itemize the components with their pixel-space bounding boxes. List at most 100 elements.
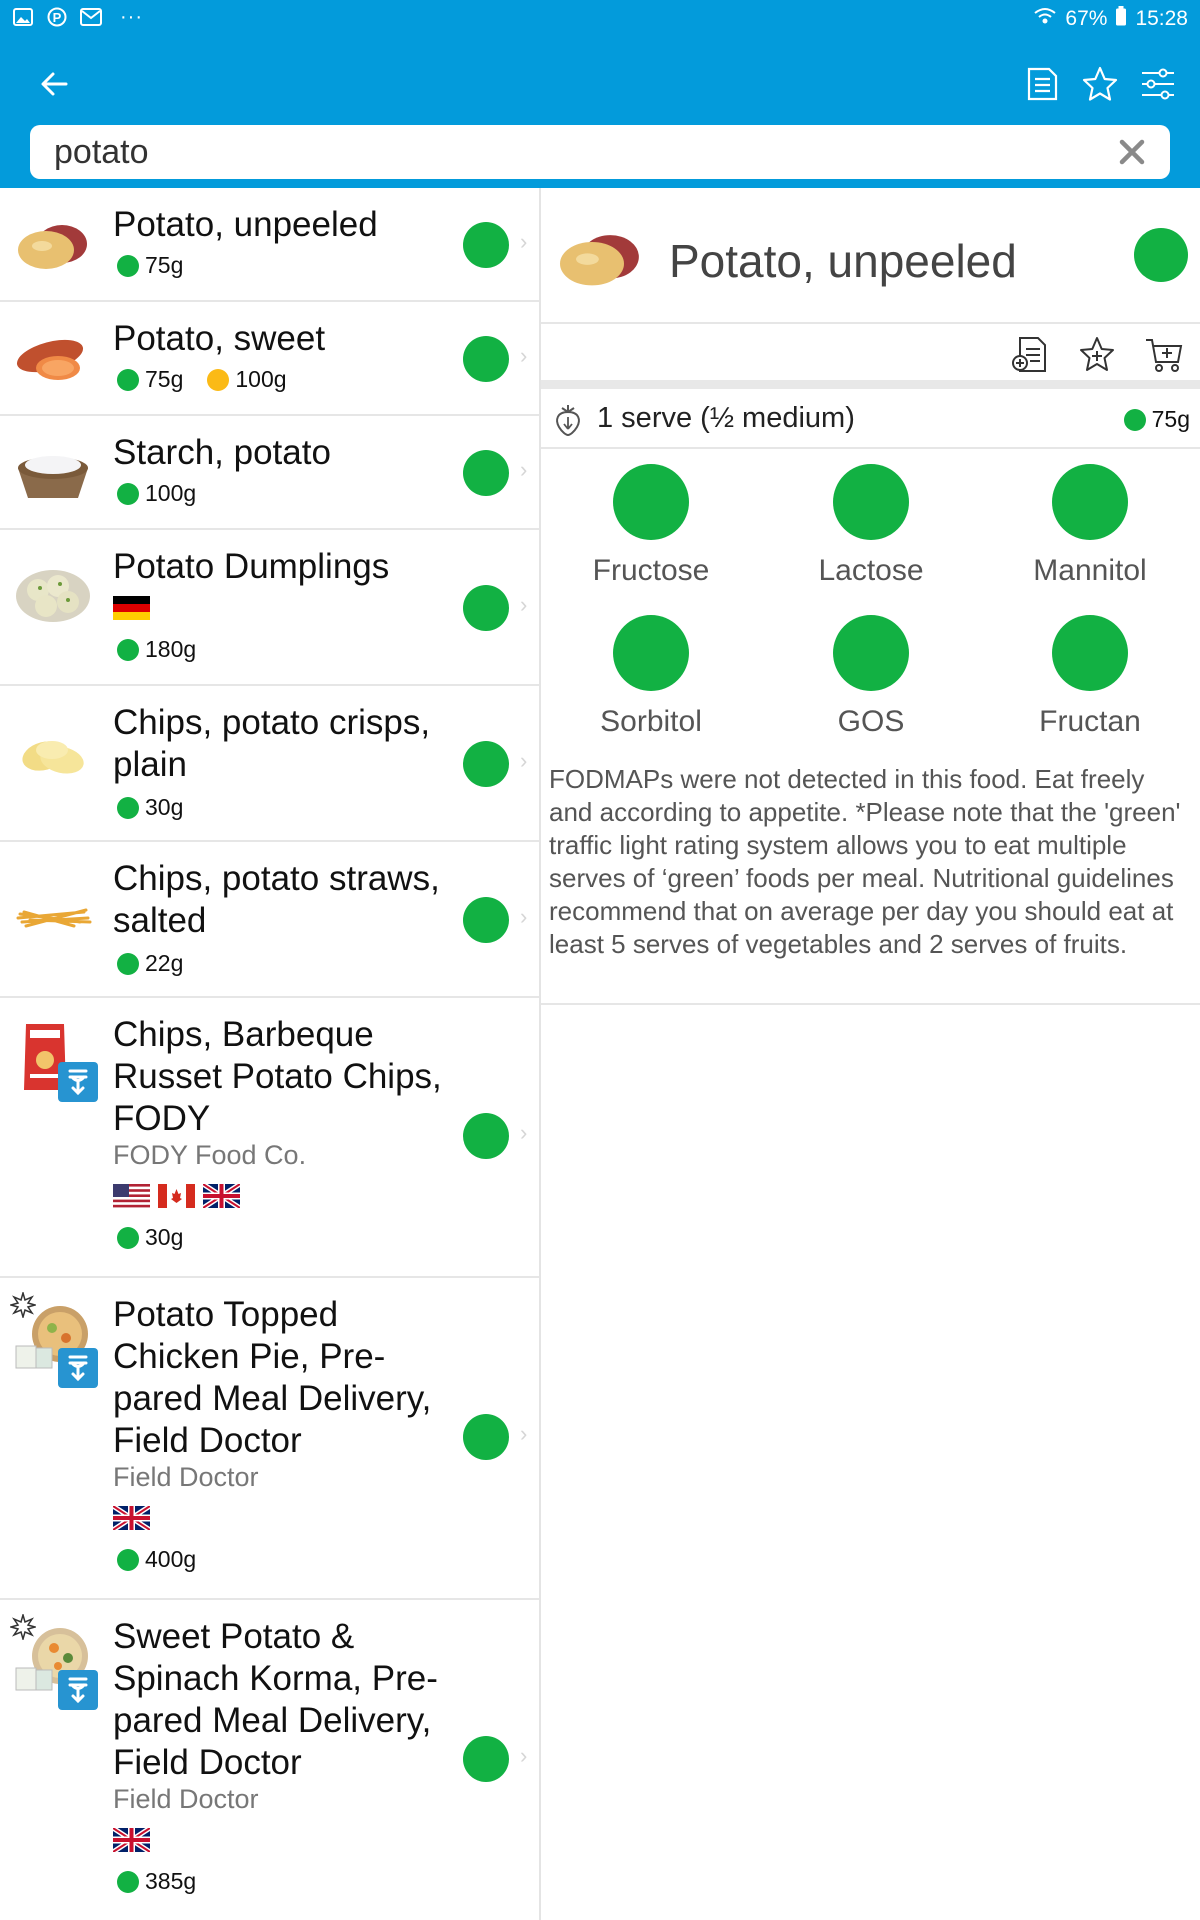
chevron-right-icon: ›: [520, 1421, 528, 1446]
list-item[interactable]: Potato Topped Chicken Pie, Pre-pared Mea…: [0, 1278, 539, 1600]
fodmap-fructan: Fructan: [980, 615, 1200, 739]
list-item-title: Potato, sweet: [113, 319, 326, 358]
flag-ca-icon: [158, 1184, 195, 1208]
add-note-button[interactable]: [1009, 334, 1051, 376]
fodmap-mannitol: Mannitol: [980, 464, 1200, 588]
fodmap-indicator: [1052, 615, 1128, 691]
fodmap-indicator: [1052, 464, 1128, 540]
fodmap-gos: GOS: [761, 615, 981, 739]
serve-amount: 75g: [117, 252, 183, 279]
add-note-icon: [1012, 337, 1046, 372]
flag-gb-icon: [113, 1506, 150, 1530]
detail-rating-indicator: [1134, 228, 1188, 282]
flag-gb-icon: [203, 1184, 240, 1208]
rating-indicator: [463, 585, 509, 631]
flag-us-icon: [113, 1184, 150, 1208]
list-item[interactable]: Chips, potato crisps, plain 30g ›: [0, 686, 539, 842]
green-dot-icon: [117, 1226, 139, 1249]
favourites-button[interactable]: [1078, 60, 1122, 108]
clock: 15:28: [1135, 7, 1188, 30]
list-item[interactable]: Sweet Potato & Spinach Korma, Pre-pared …: [0, 1600, 539, 1920]
rating-indicator: [463, 336, 509, 382]
list-item-title: Sweet Potato & Spinach Korma, Pre-pared …: [113, 1617, 438, 1782]
serve-amount: 180g: [117, 636, 196, 663]
add-to-cart-button[interactable]: [1143, 334, 1185, 376]
serve-amount: 400g: [117, 1546, 196, 1573]
detail-header: Potato, unpeeled: [541, 188, 1200, 324]
potato-dumplings-image: [16, 570, 90, 622]
detail-title: Potato, unpeeled: [669, 235, 1017, 287]
add-favourite-icon: [1080, 337, 1114, 371]
fodmap-fructose: Fructose: [541, 464, 761, 588]
search-bar: [30, 125, 1170, 179]
green-dot-icon: [117, 1548, 139, 1571]
serve-amount: 75g 100g: [117, 366, 287, 393]
status-bar: P ··· 67% 15:28: [0, 0, 1200, 38]
list-item[interactable]: Chips, Barbeque Russet Potato Chips, FOD…: [0, 998, 539, 1278]
list-item-title: Chips, Barbeque Russet Potato Chips, FOD…: [113, 1015, 442, 1138]
chevron-right-icon: ›: [520, 748, 528, 773]
back-arrow-icon: [41, 72, 68, 96]
gut-badge-icon: [58, 1062, 98, 1102]
sweet-potato-image: [16, 339, 84, 380]
list-item[interactable]: Chips, potato straws, salted 22g ›: [0, 842, 539, 998]
fodmap-indicator: [833, 464, 909, 540]
serve-amount: 100g: [117, 480, 196, 507]
detail-bottom-divider: [541, 1003, 1200, 1005]
green-dot-icon: [117, 1870, 139, 1893]
country-flags: [113, 1506, 150, 1530]
list-item[interactable]: Potato, unpeeled 75g ›: [0, 188, 539, 302]
list-item-title: Potato Topped Chicken Pie, Pre-pared Mea…: [113, 1295, 432, 1460]
add-to-cart-icon: [1146, 339, 1183, 372]
list-item[interactable]: Starch, potato 100g ›: [0, 416, 539, 530]
serve-amount: 30g: [117, 794, 183, 821]
rating-indicator: [463, 222, 509, 268]
serve-size: 1 serve (½ medium): [597, 402, 855, 434]
star-icon: [1082, 66, 1118, 101]
battery-percent: 67%: [1065, 7, 1108, 30]
battery-icon: [1115, 6, 1127, 32]
clear-search-button[interactable]: [1116, 136, 1148, 168]
fodmap-indicator: [613, 464, 689, 540]
gut-badge-icon: [58, 1348, 98, 1388]
chevron-right-icon: ›: [520, 592, 528, 617]
list-item-title: Chips, potato crisps, plain: [113, 703, 431, 784]
notes-icon: [1027, 67, 1058, 101]
fodmap-indicator: [833, 615, 909, 691]
chevron-right-icon: ›: [520, 904, 528, 929]
rating-indicator: [463, 450, 509, 496]
chevron-right-icon: ›: [520, 457, 528, 482]
serve-row[interactable]: 1 serve (½ medium) 75g: [541, 389, 1200, 449]
rating-indicator: [463, 1113, 509, 1159]
list-item[interactable]: Potato Dumplings 180g ›: [0, 530, 539, 686]
potato-unpeeled-image: [560, 235, 639, 286]
list-item-title: Potato, unpeeled: [113, 205, 378, 244]
rating-indicator: [463, 1414, 509, 1460]
filter-icon: [1142, 68, 1174, 100]
list-item-title: Potato Dumplings: [113, 547, 390, 586]
pinterest-icon: P: [46, 7, 68, 27]
list-item-title: Starch, potato: [113, 433, 331, 472]
search-input[interactable]: [54, 125, 1054, 179]
list-item[interactable]: Potato, sweet 75g 100g ›: [0, 302, 539, 416]
mail-icon: [80, 7, 102, 27]
serve-amount: 30g: [117, 1224, 183, 1251]
rating-indicator: [463, 741, 509, 787]
potato-straws-image: [16, 908, 92, 928]
serve-amount: 385g: [117, 1868, 196, 1895]
gut-badge-icon: [58, 1670, 98, 1710]
rating-indicator: [463, 897, 509, 943]
filter-button[interactable]: [1136, 60, 1180, 108]
green-dot-icon: [117, 638, 139, 661]
potato-starch-image: [18, 456, 88, 498]
add-favourite-button[interactable]: [1076, 334, 1118, 376]
back-button[interactable]: [30, 60, 78, 108]
green-dot-icon: [117, 368, 139, 391]
gallery-icon: [12, 7, 34, 27]
potato-crisps-image: [22, 741, 84, 774]
fodmap-sorbitol: Sorbitol: [541, 615, 761, 739]
wifi-icon: [1033, 6, 1057, 32]
notes-button[interactable]: [1020, 60, 1064, 108]
section-separator: [541, 380, 1200, 389]
fodmap-lactose: Lactose: [761, 464, 981, 588]
